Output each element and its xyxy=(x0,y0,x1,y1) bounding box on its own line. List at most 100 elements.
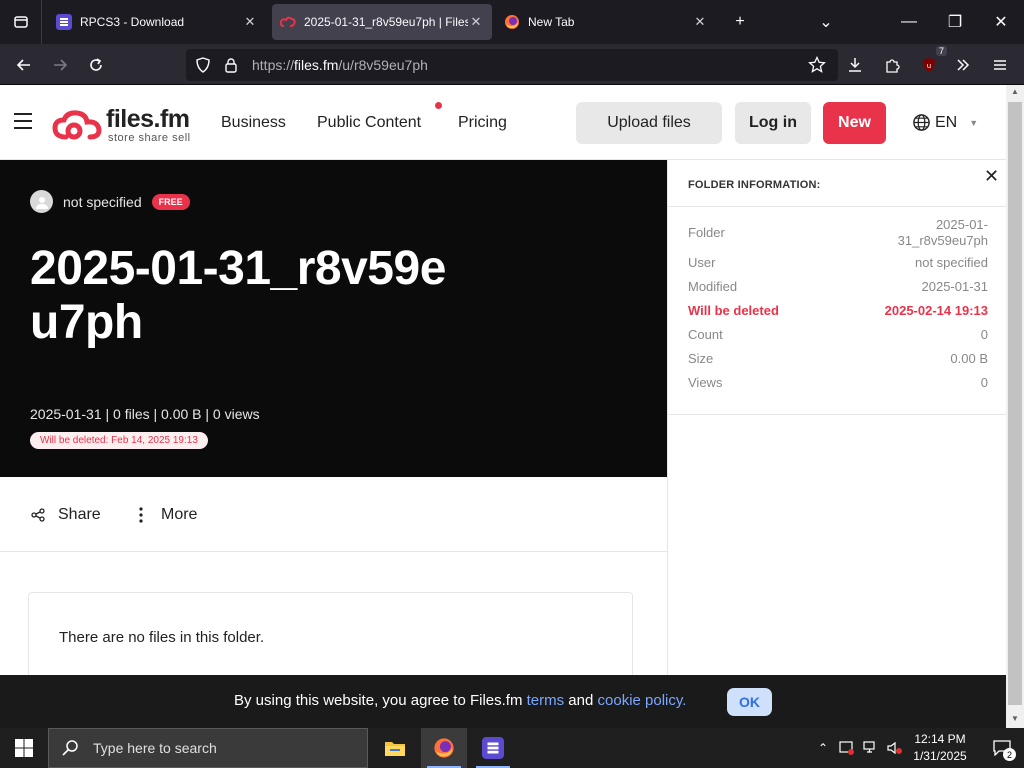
tab-close-icon[interactable]: ✕ xyxy=(468,14,484,30)
terms-link[interactable]: terms xyxy=(527,692,565,709)
tray-chevron-up-icon[interactable]: ⌃ xyxy=(812,728,834,768)
owner-name: not specified xyxy=(63,193,142,210)
overflow-menu-button[interactable] xyxy=(948,50,978,80)
nav-pricing-link[interactable]: Pricing xyxy=(458,114,507,132)
address-bar[interactable]: https://files.fm/u/r8v59eu7ph xyxy=(186,49,838,81)
back-button[interactable] xyxy=(9,50,39,80)
avatar xyxy=(30,190,53,213)
puzzle-piece-icon xyxy=(886,59,900,73)
maximize-button[interactable]: ❐ xyxy=(932,0,978,44)
cookie-policy-link[interactable]: cookie policy. xyxy=(598,692,687,709)
page-scrollbar[interactable]: ▲ ▼ xyxy=(1006,85,1024,728)
search-placeholder: Type here to search xyxy=(93,740,217,756)
tab-title: 2025-01-31_r8v59eu7ph | Files.fm xyxy=(304,15,468,29)
taskbar-clock[interactable]: 12:14 PM 1/31/2025 xyxy=(908,731,972,765)
share-icon xyxy=(30,507,46,523)
deletion-notice-badge: Will be deleted: Feb 14, 2025 19:13 xyxy=(30,432,208,449)
back-arrow-icon xyxy=(16,59,30,71)
tab-new-tab[interactable]: New Tab ✕ xyxy=(496,4,716,40)
tray-app-icon[interactable] xyxy=(836,728,858,768)
forward-button[interactable] xyxy=(45,50,75,80)
nav-business-link[interactable]: Business xyxy=(221,114,286,132)
nav-public-content-link[interactable]: Public Content xyxy=(317,114,421,132)
site-menu-hamburger-icon[interactable] xyxy=(14,113,34,129)
forward-arrow-icon xyxy=(54,59,68,71)
cookie-ok-button[interactable]: OK xyxy=(727,688,772,716)
info-panel-details: Folder 2025-01-31_r8v59eu7ph User not sp… xyxy=(668,207,1007,415)
downloads-button[interactable] xyxy=(840,50,870,80)
tab-close-icon[interactable]: ✕ xyxy=(692,14,708,30)
taskbar-rpcs3[interactable] xyxy=(470,728,516,768)
browser-tab-strip: RPCS3 - Download ✕ 2025-01-31_r8v59eu7ph… xyxy=(0,0,1024,44)
rpcs3-icon xyxy=(482,737,504,759)
reload-button[interactable] xyxy=(81,50,111,80)
share-button[interactable]: Share xyxy=(30,506,101,524)
tracking-shield-icon[interactable] xyxy=(192,54,214,76)
hamburger-menu-icon xyxy=(994,60,1006,70)
firefox-view-button[interactable] xyxy=(0,0,42,44)
double-chevron-icon xyxy=(957,59,970,71)
scroll-down-arrow-icon[interactable]: ▼ xyxy=(1006,714,1024,728)
more-button[interactable]: More xyxy=(133,506,197,524)
caret-down-icon: ▼ xyxy=(969,117,979,128)
info-key: Will be deleted xyxy=(688,303,779,318)
files-fm-logo[interactable]: files.fm store share sell xyxy=(52,105,202,145)
windows-taskbar: Type here to search ⌃ 12:14 PM 1/31/2025… xyxy=(0,728,1024,768)
bookmark-star-button[interactable] xyxy=(802,50,832,80)
info-key: Size xyxy=(688,351,714,366)
info-key: Count xyxy=(688,327,723,342)
tab-title: RPCS3 - Download xyxy=(80,15,185,29)
tab-files-fm[interactable]: 2025-01-31_r8v59eu7ph | Files.fm ✕ xyxy=(272,4,492,40)
language-selector[interactable]: EN ▼ xyxy=(912,113,978,132)
volume-muted-icon[interactable] xyxy=(884,728,906,768)
close-icon[interactable]: ✕ xyxy=(984,166,999,187)
info-value: not specified xyxy=(915,255,988,270)
info-key: User xyxy=(688,255,716,270)
cookie-text: By using this website, you agree to File… xyxy=(234,692,687,709)
list-all-tabs-button[interactable]: ⌄ xyxy=(803,0,849,44)
taskbar-file-explorer[interactable] xyxy=(372,728,418,768)
tab-close-icon[interactable]: ✕ xyxy=(242,14,258,30)
new-button[interactable]: New xyxy=(823,102,886,144)
network-icon[interactable] xyxy=(860,728,882,768)
browser-toolbar: https://files.fm/u/r8v59eu7ph u 7 xyxy=(0,44,1024,85)
folder-meta: 2025-01-31 | 0 files | 0.00 B | 0 views xyxy=(30,406,260,422)
taskbar-firefox[interactable] xyxy=(421,728,467,768)
new-content-dot xyxy=(435,102,442,109)
action-center-button[interactable]: 2 xyxy=(982,728,1022,768)
globe-icon xyxy=(913,114,930,131)
folder-info-panel: FOLDER INFORMATION: ✕ Folder 2025-01-31_… xyxy=(667,160,1007,675)
folder-actions-bar: Share More xyxy=(0,477,667,552)
upload-files-button[interactable]: Upload files xyxy=(576,102,722,144)
download-icon xyxy=(849,58,861,72)
taskbar-search-box[interactable]: Type here to search xyxy=(48,728,368,768)
logo-tagline: store share sell xyxy=(108,132,191,144)
firefox-favicon-icon xyxy=(504,14,520,30)
file-list-empty-state: There are no files in this folder. xyxy=(28,592,633,682)
app-menu-button[interactable] xyxy=(985,50,1015,80)
folder-icon xyxy=(385,742,405,756)
empty-folder-message: There are no files in this folder. xyxy=(59,629,265,646)
clock-time: 12:14 PM xyxy=(914,732,966,746)
new-tab-button[interactable]: + xyxy=(717,0,763,44)
window-close-button[interactable]: ✕ xyxy=(978,0,1024,44)
share-label: Share xyxy=(58,506,101,523)
info-value: 0 xyxy=(980,375,988,390)
tab-rpcs3[interactable]: RPCS3 - Download ✕ xyxy=(48,4,266,40)
info-value: 2025-01-31 xyxy=(921,279,989,294)
info-value: 2025-01-31_r8v59eu7ph xyxy=(897,217,988,248)
files-fm-favicon-icon xyxy=(280,14,296,30)
login-button[interactable]: Log in xyxy=(735,102,811,144)
firefox-view-icon xyxy=(13,16,28,28)
minimize-button[interactable]: — xyxy=(886,0,932,44)
ublock-origin-button[interactable]: u 7 xyxy=(914,46,947,80)
ublock-shield-icon: u xyxy=(923,58,935,72)
scrollbar-thumb[interactable] xyxy=(1008,102,1022,705)
folder-owner: not specified FREE xyxy=(30,190,190,213)
extensions-button[interactable] xyxy=(877,50,907,80)
folder-title: 2025-01-31_r8v59eu7ph xyxy=(30,242,446,349)
start-button[interactable] xyxy=(0,728,48,768)
padlock-icon[interactable] xyxy=(220,54,242,76)
tab-title: New Tab xyxy=(528,15,575,29)
scroll-up-arrow-icon[interactable]: ▲ xyxy=(1006,87,1024,101)
